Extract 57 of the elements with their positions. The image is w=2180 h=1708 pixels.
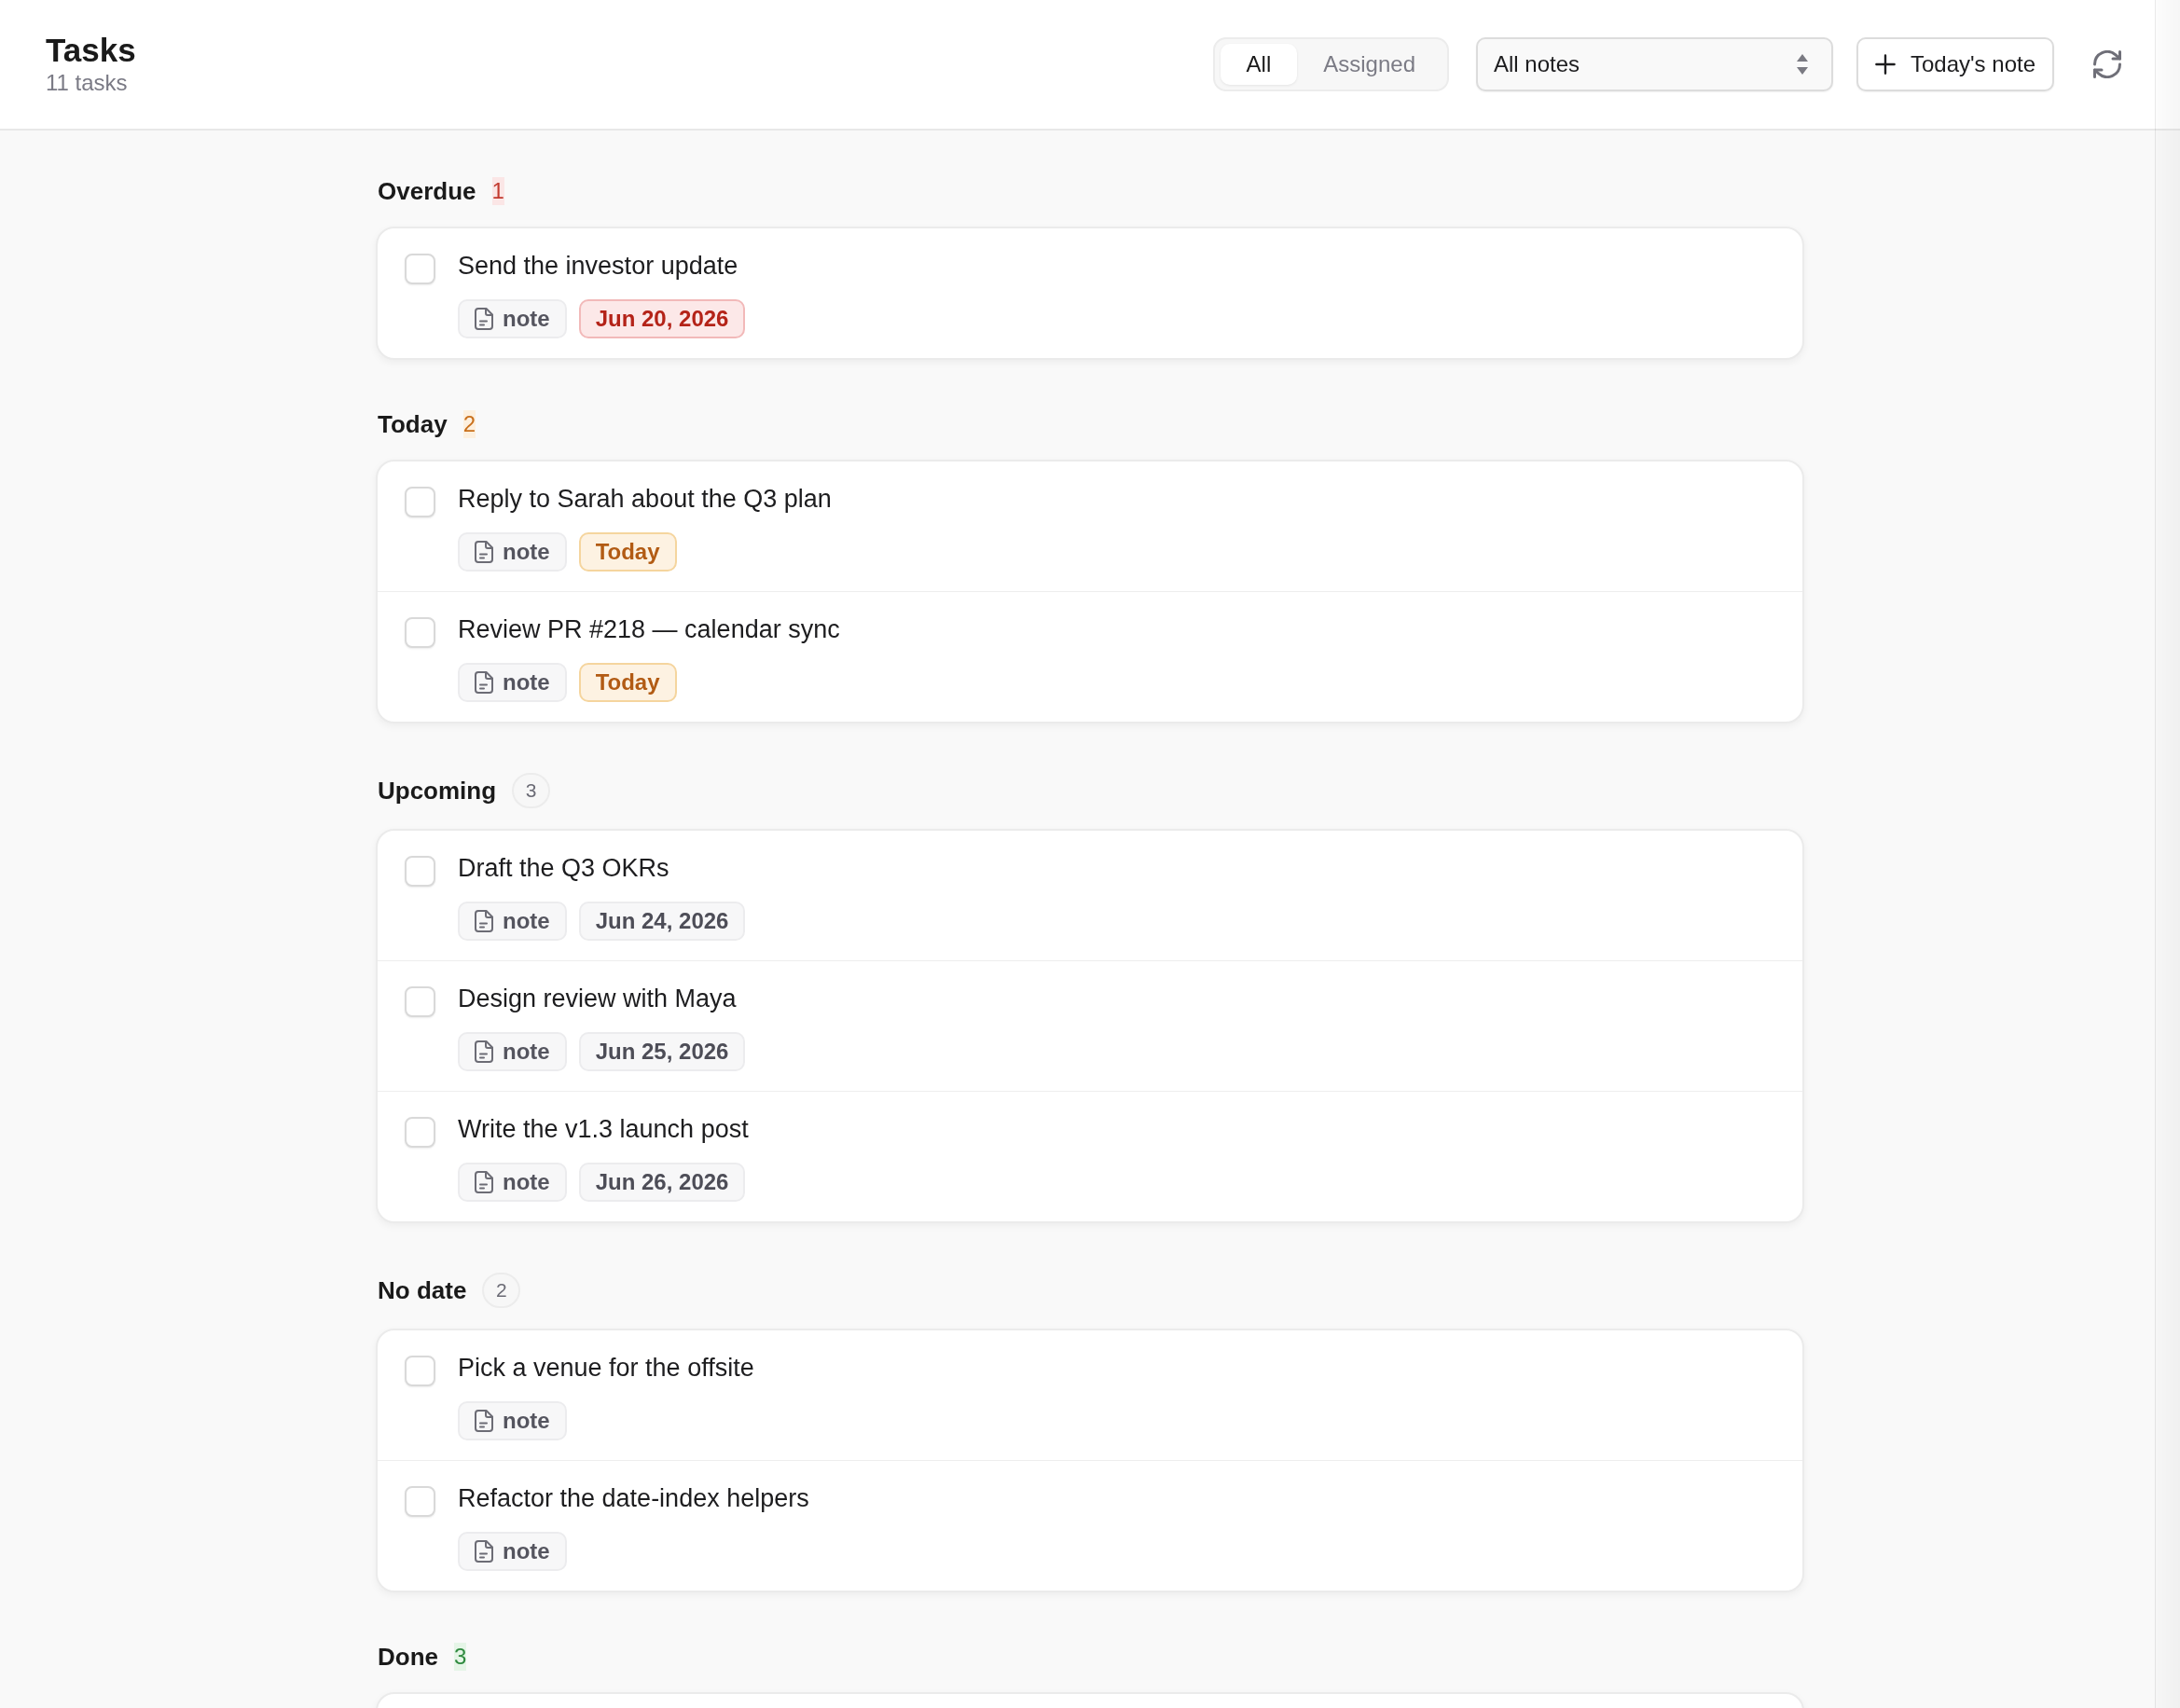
section-count: 2 — [462, 410, 476, 438]
due-date-tag: Today — [578, 663, 677, 702]
document-icon — [475, 1540, 493, 1563]
task-checkbox[interactable] — [405, 254, 435, 284]
section-count: 3 — [512, 773, 551, 808]
task-title: Write the v1.3 launch post — [458, 1114, 749, 1145]
task-checkbox[interactable] — [405, 1117, 435, 1148]
document-icon — [475, 1171, 493, 1193]
note-link[interactable]: note — [458, 299, 567, 338]
task-checkbox[interactable] — [405, 856, 435, 887]
task-checkbox[interactable] — [405, 986, 435, 1017]
plus-icon — [1875, 54, 1896, 75]
note-link[interactable]: note — [458, 1163, 567, 1202]
due-date-tag: Jun 25, 2026 — [578, 1032, 746, 1071]
filter-tab[interactable]: Assigned — [1297, 44, 1442, 85]
task-title: Send the investor update — [458, 251, 739, 282]
due-date-tag: Today — [578, 532, 677, 572]
section-count: 3 — [454, 1643, 467, 1671]
due-date-tag: Jun 20, 2026 — [578, 299, 746, 338]
task-checkbox[interactable] — [405, 1356, 435, 1386]
note-link[interactable]: note — [458, 663, 567, 702]
task-checkbox[interactable] — [405, 617, 435, 648]
note-link[interactable]: note — [458, 1401, 567, 1440]
task-title: Draft the Q3 OKRs — [458, 853, 670, 884]
document-icon — [475, 541, 493, 563]
note-link[interactable]: note — [458, 902, 567, 941]
document-icon — [475, 910, 493, 932]
section-title: Done — [378, 1642, 438, 1673]
section-title: Overdue — [378, 176, 476, 207]
document-icon — [475, 308, 493, 330]
filter-tab[interactable]: All — [1220, 44, 1298, 85]
task-title: Design review with Maya — [458, 984, 738, 1014]
document-icon — [475, 1040, 493, 1063]
task-title: Review PR #218 — calendar sync — [458, 614, 840, 645]
notes-dropdown[interactable]: All notes — [1476, 37, 1833, 91]
due-date-tag: Jun 26, 2026 — [578, 1163, 746, 1202]
section-count: 2 — [482, 1273, 521, 1308]
document-icon — [475, 1410, 493, 1432]
section-title: No date — [378, 1275, 467, 1306]
due-date-tag: Jun 24, 2026 — [578, 902, 746, 941]
note-link[interactable]: note — [458, 1532, 567, 1571]
task-title: Pick a venue for the offsite — [458, 1353, 754, 1384]
section-title: Today — [378, 409, 448, 440]
task-checkbox[interactable] — [405, 487, 435, 517]
section-title: Upcoming — [378, 776, 497, 806]
note-link[interactable]: note — [458, 532, 567, 572]
page-title: Tasks — [46, 32, 136, 69]
refresh-icon[interactable] — [2093, 50, 2121, 78]
section-count: 1 — [491, 177, 504, 205]
task-checkbox[interactable] — [405, 1486, 435, 1517]
task-title: Reply to Sarah about the Q3 plan — [458, 484, 832, 515]
up-down-caret-icon — [1796, 53, 1809, 76]
note-link[interactable]: note — [458, 1032, 567, 1071]
document-icon — [475, 671, 493, 694]
task-count: 11 tasks — [46, 69, 129, 97]
todays-note-button[interactable]: Today's note — [1856, 37, 2054, 91]
task-title: Refactor the date-index helpers — [458, 1483, 809, 1514]
